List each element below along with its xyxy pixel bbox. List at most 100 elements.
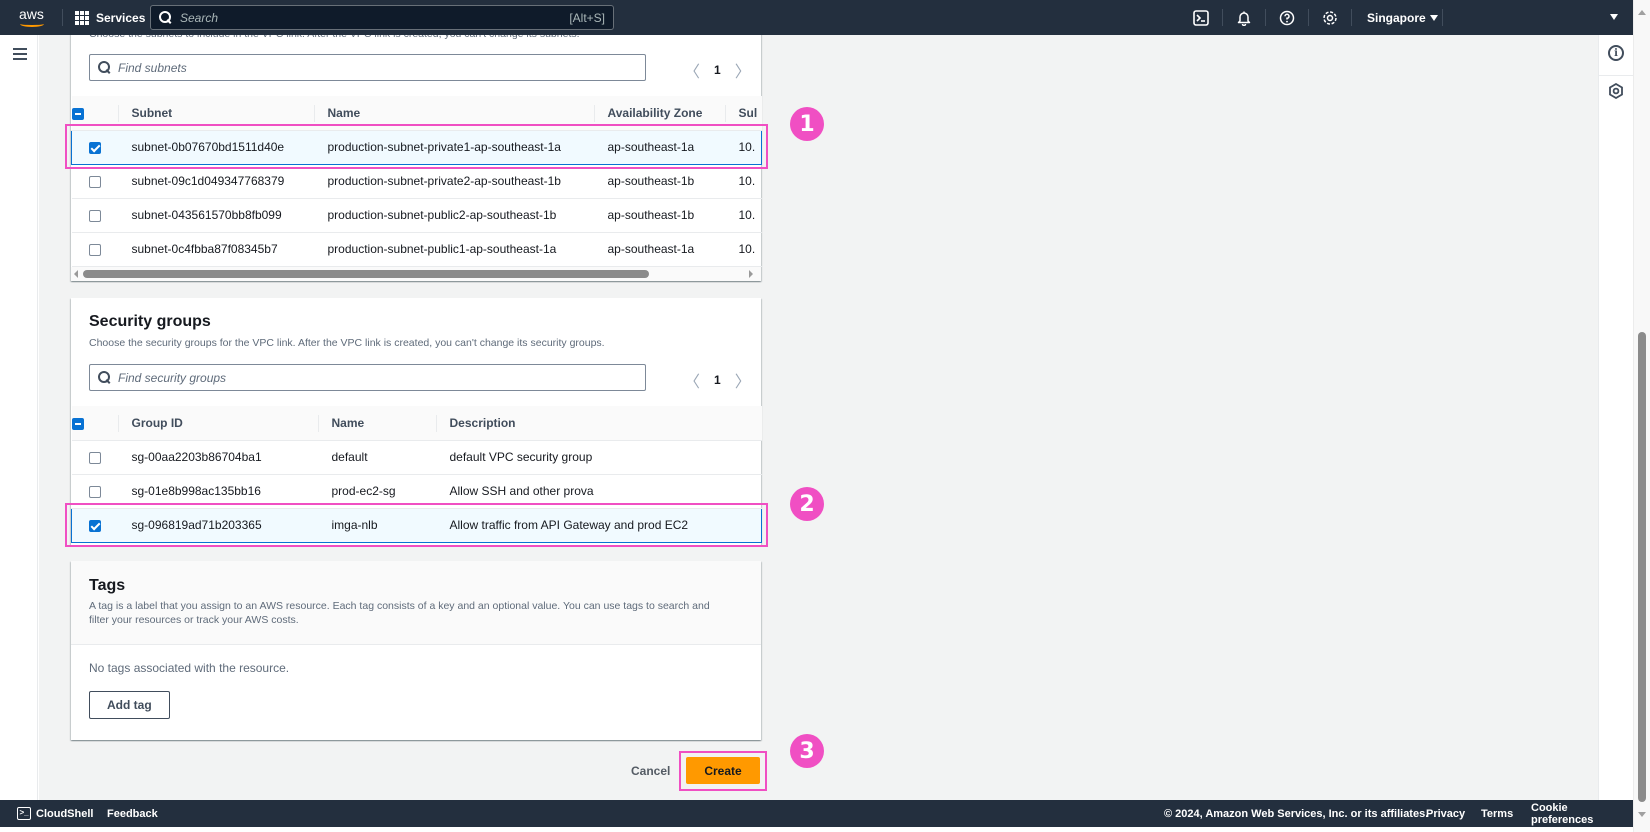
group-description-cell: default VPC security group bbox=[435, 440, 762, 475]
subnet-name-cell: production-subnet-public1-ap-southeast-1… bbox=[313, 232, 594, 267]
subnet-name-cell: production-subnet-private1-ap-southeast-… bbox=[313, 129, 594, 165]
add-tag-button[interactable]: Add tag bbox=[89, 691, 170, 719]
console-footer: >_ CloudShell Feedback © 2024, Amazon We… bbox=[0, 800, 1633, 827]
cidr-cell: 10. bbox=[724, 232, 762, 267]
help-icon[interactable] bbox=[1277, 8, 1296, 27]
table-row[interactable]: subnet-043561570bb8fb099 production-subn… bbox=[71, 198, 762, 233]
find-security-groups-placeholder: Find security groups bbox=[118, 370, 227, 385]
scrollbar-thumb[interactable] bbox=[1638, 332, 1646, 802]
page-number[interactable]: 1 bbox=[714, 373, 721, 387]
cloudshell-terminal-icon: >_ bbox=[17, 807, 31, 820]
column-header-availability-zone[interactable]: Availability Zone bbox=[593, 96, 725, 131]
main-content: Choose the subnets to include in the VPC… bbox=[39, 35, 1598, 800]
table-row[interactable]: sg-00aa2203b86704ba1 default default VPC… bbox=[71, 440, 762, 475]
chevron-left-icon[interactable]: 〈 bbox=[684, 58, 700, 82]
nav-divider bbox=[1308, 9, 1309, 26]
row-checkbox[interactable] bbox=[88, 451, 101, 464]
privacy-link[interactable]: Privacy bbox=[1426, 800, 1465, 827]
scroll-up-arrow-icon[interactable] bbox=[1638, 10, 1646, 15]
create-button[interactable]: Create bbox=[686, 757, 760, 784]
column-header-group-id[interactable]: Group ID bbox=[117, 406, 318, 441]
copyright-text: © 2024, Amazon Web Services, Inc. or its… bbox=[1164, 807, 1429, 820]
group-id-cell: sg-00aa2203b86704ba1 bbox=[117, 440, 318, 475]
cloudshell-footer-button[interactable]: >_ CloudShell bbox=[17, 800, 93, 827]
search-shortcut: [Alt+S] bbox=[569, 10, 605, 25]
security-groups-title: Security groups bbox=[89, 313, 211, 330]
settings-gear-icon[interactable] bbox=[1320, 8, 1339, 27]
annotation-badge-2: 2 bbox=[790, 487, 824, 521]
page-vertical-scrollbar[interactable] bbox=[1633, 0, 1650, 832]
row-checkbox[interactable] bbox=[88, 519, 101, 532]
select-all-checkbox[interactable] bbox=[71, 107, 84, 120]
select-all-checkbox[interactable] bbox=[71, 417, 84, 430]
subnet-id-cell: subnet-09c1d049347768379 bbox=[117, 164, 314, 199]
row-checkbox[interactable] bbox=[88, 141, 101, 154]
table-horizontal-scrollbar[interactable] bbox=[71, 267, 761, 281]
row-checkbox[interactable] bbox=[88, 485, 101, 498]
scroll-left-arrow-icon[interactable] bbox=[74, 270, 78, 278]
nav-divider bbox=[1351, 9, 1352, 26]
row-checkbox-cell bbox=[71, 440, 118, 475]
security-groups-table: Group ID Name Description sg-00aa2203b86… bbox=[71, 406, 762, 543]
column-header-subnet[interactable]: Subnet bbox=[117, 96, 314, 131]
row-checkbox[interactable] bbox=[88, 175, 101, 188]
table-row[interactable]: subnet-0c4fbba87f08345b7 production-subn… bbox=[71, 232, 762, 267]
scrollbar-thumb[interactable] bbox=[83, 270, 649, 278]
chevron-left-icon[interactable]: 〈 bbox=[684, 368, 700, 392]
table-row[interactable]: sg-096819ad71b203365 imga-nlb Allow traf… bbox=[71, 507, 762, 543]
chevron-right-icon[interactable]: 〉 bbox=[735, 368, 751, 392]
subnets-description: Choose the subnets to include in the VPC… bbox=[89, 35, 580, 41]
table-row[interactable]: subnet-0b07670bd1511d40e production-subn… bbox=[71, 129, 762, 165]
column-header-name[interactable]: Name bbox=[313, 96, 594, 131]
cloudshell-label: CloudShell bbox=[36, 807, 94, 820]
subnet-id-cell: subnet-0b07670bd1511d40e bbox=[117, 129, 314, 165]
hamburger-menu-icon[interactable] bbox=[13, 48, 27, 60]
services-menu-button[interactable]: Services bbox=[75, 0, 145, 35]
find-subnets-input[interactable]: Find subnets bbox=[89, 54, 646, 81]
chevron-right-icon[interactable]: 〉 bbox=[735, 58, 751, 82]
top-navigation-bar: aws Services Search [Alt+S] Singapore bbox=[0, 0, 1650, 35]
cancel-button[interactable]: Cancel bbox=[631, 764, 670, 778]
cookie-preferences-link[interactable]: Cookie preferences bbox=[1531, 800, 1633, 827]
group-name-cell: prod-ec2-sg bbox=[317, 474, 436, 509]
scroll-down-arrow-icon[interactable] bbox=[1638, 812, 1646, 817]
terms-link[interactable]: Terms bbox=[1481, 800, 1513, 827]
column-header-name[interactable]: Name bbox=[317, 406, 436, 441]
nav-divider bbox=[1222, 9, 1223, 26]
hexagon-feature-icon[interactable] bbox=[1608, 83, 1624, 99]
subnet-id-cell: subnet-0c4fbba87f08345b7 bbox=[117, 232, 314, 267]
info-icon[interactable]: i bbox=[1608, 45, 1624, 61]
security-groups-description: Choose the security groups for the VPC l… bbox=[89, 337, 605, 349]
scroll-right-arrow-icon[interactable] bbox=[749, 270, 753, 278]
feedback-link[interactable]: Feedback bbox=[107, 800, 158, 827]
row-checkbox-cell bbox=[71, 198, 118, 233]
nav-divider bbox=[1442, 9, 1443, 26]
global-search-input[interactable]: Search [Alt+S] bbox=[150, 5, 614, 30]
cidr-cell: 10. bbox=[724, 198, 762, 233]
tags-description: A tag is a label that you assign to an A… bbox=[89, 600, 710, 626]
column-header-description[interactable]: Description bbox=[435, 406, 762, 441]
cloudshell-icon[interactable] bbox=[1191, 8, 1210, 27]
group-id-cell: sg-096819ad71b203365 bbox=[117, 507, 318, 543]
caret-down-icon bbox=[1429, 14, 1438, 21]
row-checkbox[interactable] bbox=[88, 209, 101, 222]
row-checkbox-cell bbox=[71, 164, 118, 199]
row-checkbox[interactable] bbox=[88, 243, 101, 256]
security-groups-pagination: 〈 1 〉 bbox=[684, 368, 751, 392]
region-selector[interactable]: Singapore bbox=[1367, 0, 1438, 35]
column-header-subnet-cidr[interactable]: Sul bbox=[724, 96, 762, 131]
group-name-cell: imga-nlb bbox=[317, 507, 436, 543]
notifications-bell-icon[interactable] bbox=[1234, 8, 1253, 27]
subnets-container: Choose the subnets to include in the VPC… bbox=[71, 35, 762, 281]
account-menu-caret-icon[interactable] bbox=[1610, 14, 1618, 20]
table-row[interactable]: sg-01e8b998ac135bb16 prod-ec2-sg Allow S… bbox=[71, 474, 762, 509]
find-security-groups-input[interactable]: Find security groups bbox=[89, 364, 646, 391]
page-number[interactable]: 1 bbox=[714, 63, 721, 77]
aws-logo[interactable]: aws bbox=[18, 5, 48, 29]
row-checkbox-cell bbox=[71, 507, 118, 543]
row-checkbox-cell bbox=[71, 129, 118, 165]
group-description-cell: Allow SSH and other prova bbox=[435, 474, 762, 509]
table-row[interactable]: subnet-09c1d049347768379 production-subn… bbox=[71, 164, 762, 199]
aws-logo-text: aws bbox=[19, 6, 44, 22]
security-groups-container: Security groups Choose the security grou… bbox=[71, 298, 762, 545]
